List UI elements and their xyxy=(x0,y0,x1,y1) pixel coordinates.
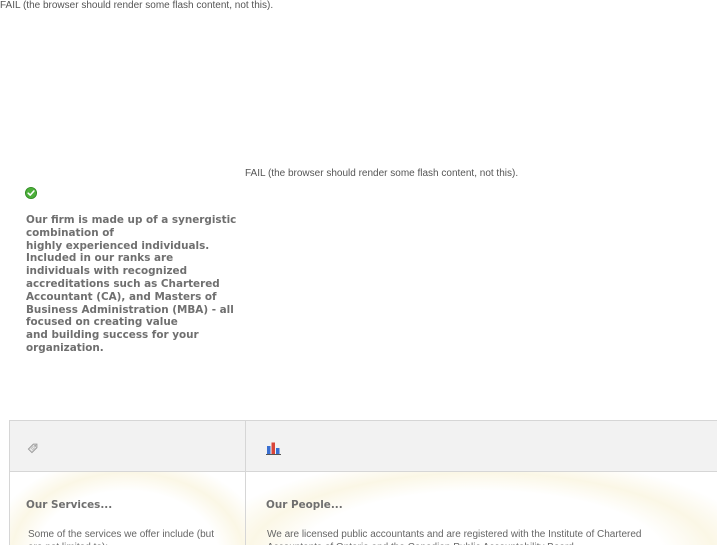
flash-fallback-top: FAIL (the browser should render some fla… xyxy=(0,0,274,11)
intro-line: and building success for your xyxy=(26,329,199,342)
people-panel-body: Our People... We are licensed public acc… xyxy=(246,472,717,545)
intro-line: Included in our ranks are xyxy=(26,252,174,265)
flash-fallback-main: FAIL (the browser should render some fla… xyxy=(245,168,519,179)
bar-chart-icon xyxy=(266,442,281,455)
intro-line: accreditations such as Chartered xyxy=(26,277,220,290)
info-panels: Our Services... Some of the services we … xyxy=(9,420,717,545)
intro-line: organization. xyxy=(26,341,104,354)
services-title: Our Services... xyxy=(26,499,113,511)
intro-line: Accountant (CA), and Masters of xyxy=(26,290,217,303)
services-description: Some of the services we offer include (b… xyxy=(28,529,215,545)
people-description: We are licensed public accountants and a… xyxy=(267,529,642,545)
firm-intro-text: Our firm is made up of a synergistic com… xyxy=(26,214,241,355)
services-panel-header xyxy=(10,421,245,472)
check-icon xyxy=(25,187,37,199)
services-panel: Our Services... Some of the services we … xyxy=(10,421,246,545)
intro-line: Our firm is made up of a synergistic xyxy=(26,214,237,226)
services-panel-body: Our Services... Some of the services we … xyxy=(10,472,245,545)
people-panel-header xyxy=(246,421,717,472)
intro-line: focused on creating value xyxy=(26,316,178,329)
page: FAIL (the browser should render some fla… xyxy=(0,0,727,545)
people-title: Our People... xyxy=(266,499,343,511)
intro-line: individuals with recognized xyxy=(26,265,188,278)
intro-line: highly experienced individuals. xyxy=(26,239,210,252)
intro-line: Business Administration (MBA) - all xyxy=(26,303,234,316)
intro-line: combination of xyxy=(26,226,114,239)
people-panel: Our People... We are licensed public acc… xyxy=(246,421,717,545)
tag-icon xyxy=(27,443,38,454)
